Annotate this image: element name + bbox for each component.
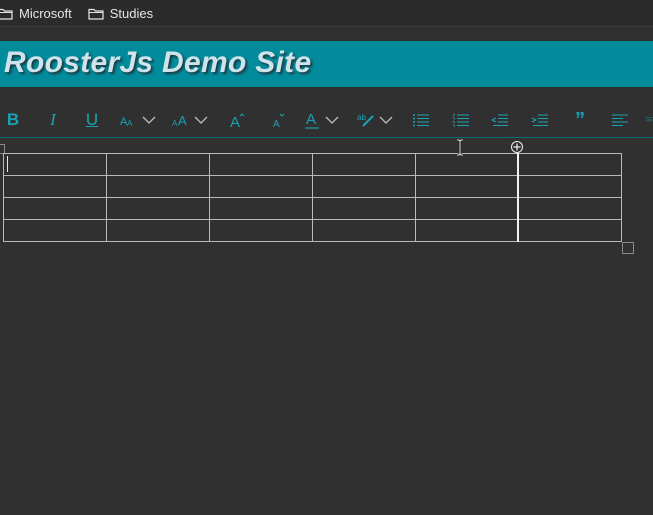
table-cell[interactable] bbox=[209, 175, 313, 198]
folder-icon bbox=[88, 8, 104, 20]
table-cell[interactable] bbox=[518, 153, 622, 176]
numbered-list-icon bbox=[452, 113, 469, 127]
table-cell[interactable] bbox=[415, 175, 519, 198]
increase-indent-button[interactable] bbox=[530, 108, 550, 132]
underline-icon: U bbox=[85, 110, 99, 129]
table-row bbox=[3, 175, 622, 198]
table-row bbox=[3, 197, 622, 220]
numbering-button[interactable] bbox=[451, 108, 471, 132]
bullets-button[interactable] bbox=[411, 108, 431, 132]
site-banner: RoosterJs Demo Site bbox=[0, 41, 653, 87]
bullet-list-icon bbox=[413, 114, 429, 127]
table-cell[interactable] bbox=[106, 175, 210, 198]
text-color-button[interactable]: A bbox=[303, 108, 341, 132]
table-cell[interactable] bbox=[106, 197, 210, 220]
increase-font-icon: A bbox=[230, 113, 245, 128]
text-cursor-icon bbox=[457, 139, 463, 156]
table-cell[interactable] bbox=[518, 197, 622, 220]
svg-text:ab: ab bbox=[357, 113, 366, 122]
table-cell[interactable] bbox=[312, 175, 416, 198]
table-cell[interactable] bbox=[312, 219, 416, 242]
ribbon-toolbar: B I U A A A A A A A ab ” bbox=[0, 103, 653, 138]
table-cell[interactable] bbox=[518, 175, 622, 198]
table-row bbox=[3, 219, 622, 242]
font-name-button[interactable]: A A bbox=[118, 108, 158, 132]
table-cell[interactable] bbox=[209, 197, 313, 220]
bold-icon: B bbox=[6, 110, 20, 129]
table-cell[interactable] bbox=[209, 219, 313, 242]
bold-button[interactable]: B bbox=[4, 108, 22, 132]
highlight-button[interactable]: ab bbox=[355, 108, 395, 132]
quote-button[interactable]: ” bbox=[570, 108, 590, 132]
underline-button[interactable]: U bbox=[83, 108, 101, 132]
align-center-icon bbox=[645, 117, 653, 122]
table-cell[interactable] bbox=[415, 197, 519, 220]
site-title: RoosterJs Demo Site bbox=[4, 46, 312, 79]
align-left-button[interactable] bbox=[610, 108, 630, 132]
table-cell[interactable] bbox=[3, 175, 107, 198]
text-color-icon: A bbox=[305, 111, 319, 129]
table-cell[interactable] bbox=[106, 219, 210, 242]
bookmarks-bar: Microsoft Studies bbox=[0, 0, 653, 27]
svg-text:A: A bbox=[178, 113, 187, 127]
decrease-font-icon: A bbox=[273, 113, 285, 128]
outdent-icon bbox=[491, 114, 508, 126]
table-cell[interactable] bbox=[3, 197, 107, 220]
table-cell[interactable] bbox=[312, 153, 416, 176]
table-resize-handle[interactable] bbox=[622, 242, 634, 254]
bookmark-microsoft[interactable]: Microsoft bbox=[0, 2, 72, 24]
increase-font-size-button[interactable]: A bbox=[228, 108, 246, 132]
indent-icon bbox=[531, 114, 548, 126]
chevron-down-icon bbox=[379, 116, 393, 124]
table-cell[interactable] bbox=[106, 153, 210, 176]
italic-icon: I bbox=[50, 110, 56, 129]
align-left-icon bbox=[612, 114, 628, 126]
quote-icon: ” bbox=[575, 109, 585, 131]
table-cell[interactable] bbox=[415, 153, 519, 176]
font-size-icon: A A bbox=[172, 113, 187, 127]
folder-icon bbox=[0, 8, 13, 20]
decrease-indent-button[interactable] bbox=[490, 108, 510, 132]
decrease-font-size-button[interactable]: A bbox=[270, 108, 288, 132]
table-cell[interactable] bbox=[209, 153, 313, 176]
insert-column-indicator-line bbox=[517, 153, 519, 242]
bookmark-label: Microsoft bbox=[19, 5, 72, 21]
table-cell[interactable] bbox=[415, 219, 519, 242]
font-name-icon: A A bbox=[120, 116, 133, 127]
text-caret bbox=[7, 156, 8, 172]
svg-text:A: A bbox=[127, 119, 133, 127]
table-cell[interactable] bbox=[3, 219, 107, 242]
table-cell[interactable] bbox=[312, 197, 416, 220]
editor-table[interactable] bbox=[3, 153, 622, 242]
chevron-down-icon bbox=[194, 116, 208, 124]
align-center-button[interactable] bbox=[645, 108, 653, 132]
table-row bbox=[3, 153, 622, 176]
svg-text:A: A bbox=[230, 114, 240, 128]
font-size-button[interactable]: A A bbox=[170, 108, 210, 132]
table-cell[interactable] bbox=[3, 153, 107, 176]
bookmark-label: Studies bbox=[109, 5, 154, 21]
chevron-down-icon bbox=[325, 116, 339, 124]
svg-text:A: A bbox=[273, 119, 280, 128]
table-cell[interactable] bbox=[518, 219, 622, 242]
svg-text:A: A bbox=[306, 111, 316, 128]
bookmark-studies[interactable]: Studies bbox=[88, 2, 153, 24]
insert-column-button[interactable] bbox=[511, 141, 523, 153]
chevron-down-icon bbox=[142, 116, 156, 124]
plus-icon bbox=[513, 143, 521, 151]
italic-button[interactable]: I bbox=[44, 108, 62, 132]
highlight-icon: ab bbox=[357, 113, 374, 127]
